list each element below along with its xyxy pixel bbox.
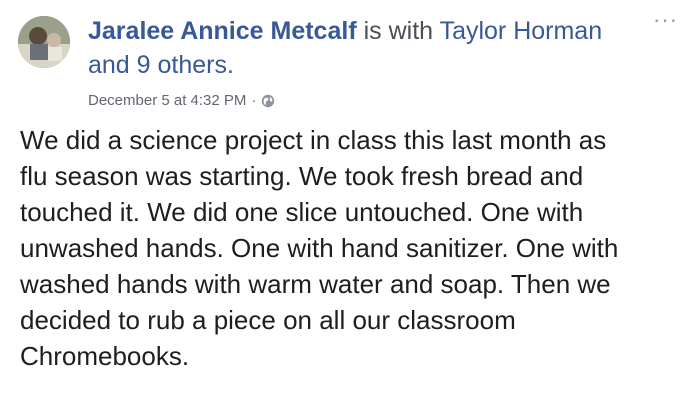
tagged-others-link[interactable]: 9 others: [137, 51, 227, 79]
post-body-line: flu season was starting. We took fresh b…: [20, 161, 584, 191]
post-body-line: washed hands with warm water and soap. T…: [20, 269, 611, 299]
post-body-line: touched it. We did one slice untouched. …: [20, 197, 584, 227]
facebook-post: Jaralee Annice Metcalf is with Taylor Ho…: [0, 0, 700, 400]
author-avatar[interactable]: [18, 16, 70, 68]
post-body: We did a science project in class this l…: [20, 122, 680, 374]
post-header: Jaralee Annice Metcalf is with Taylor Ho…: [88, 14, 608, 82]
globe-icon[interactable]: [261, 94, 275, 108]
avatar-photo: [18, 16, 70, 68]
post-body-line: We did a science project in class this l…: [20, 125, 607, 155]
more-options-icon[interactable]: ···: [653, 9, 678, 31]
and-label: and: [88, 51, 130, 79]
post-timestamp[interactable]: December 5 at 4:32 PM: [88, 92, 246, 109]
post-body-line: Chromebooks.: [20, 341, 190, 371]
post-body-line: decided to rub a piece on all our classr…: [20, 305, 516, 335]
is-with-label: is with: [363, 17, 434, 45]
meta-separator: ·: [251, 92, 257, 109]
post-meta: December 5 at 4:32 PM ·: [88, 92, 275, 109]
post-body-line: unwashed hands. One with hand sanitizer.…: [20, 233, 619, 263]
tagged-person-link[interactable]: Taylor Horman: [440, 17, 603, 45]
author-name[interactable]: Jaralee Annice Metcalf: [88, 17, 357, 45]
period-label: .: [227, 51, 234, 79]
